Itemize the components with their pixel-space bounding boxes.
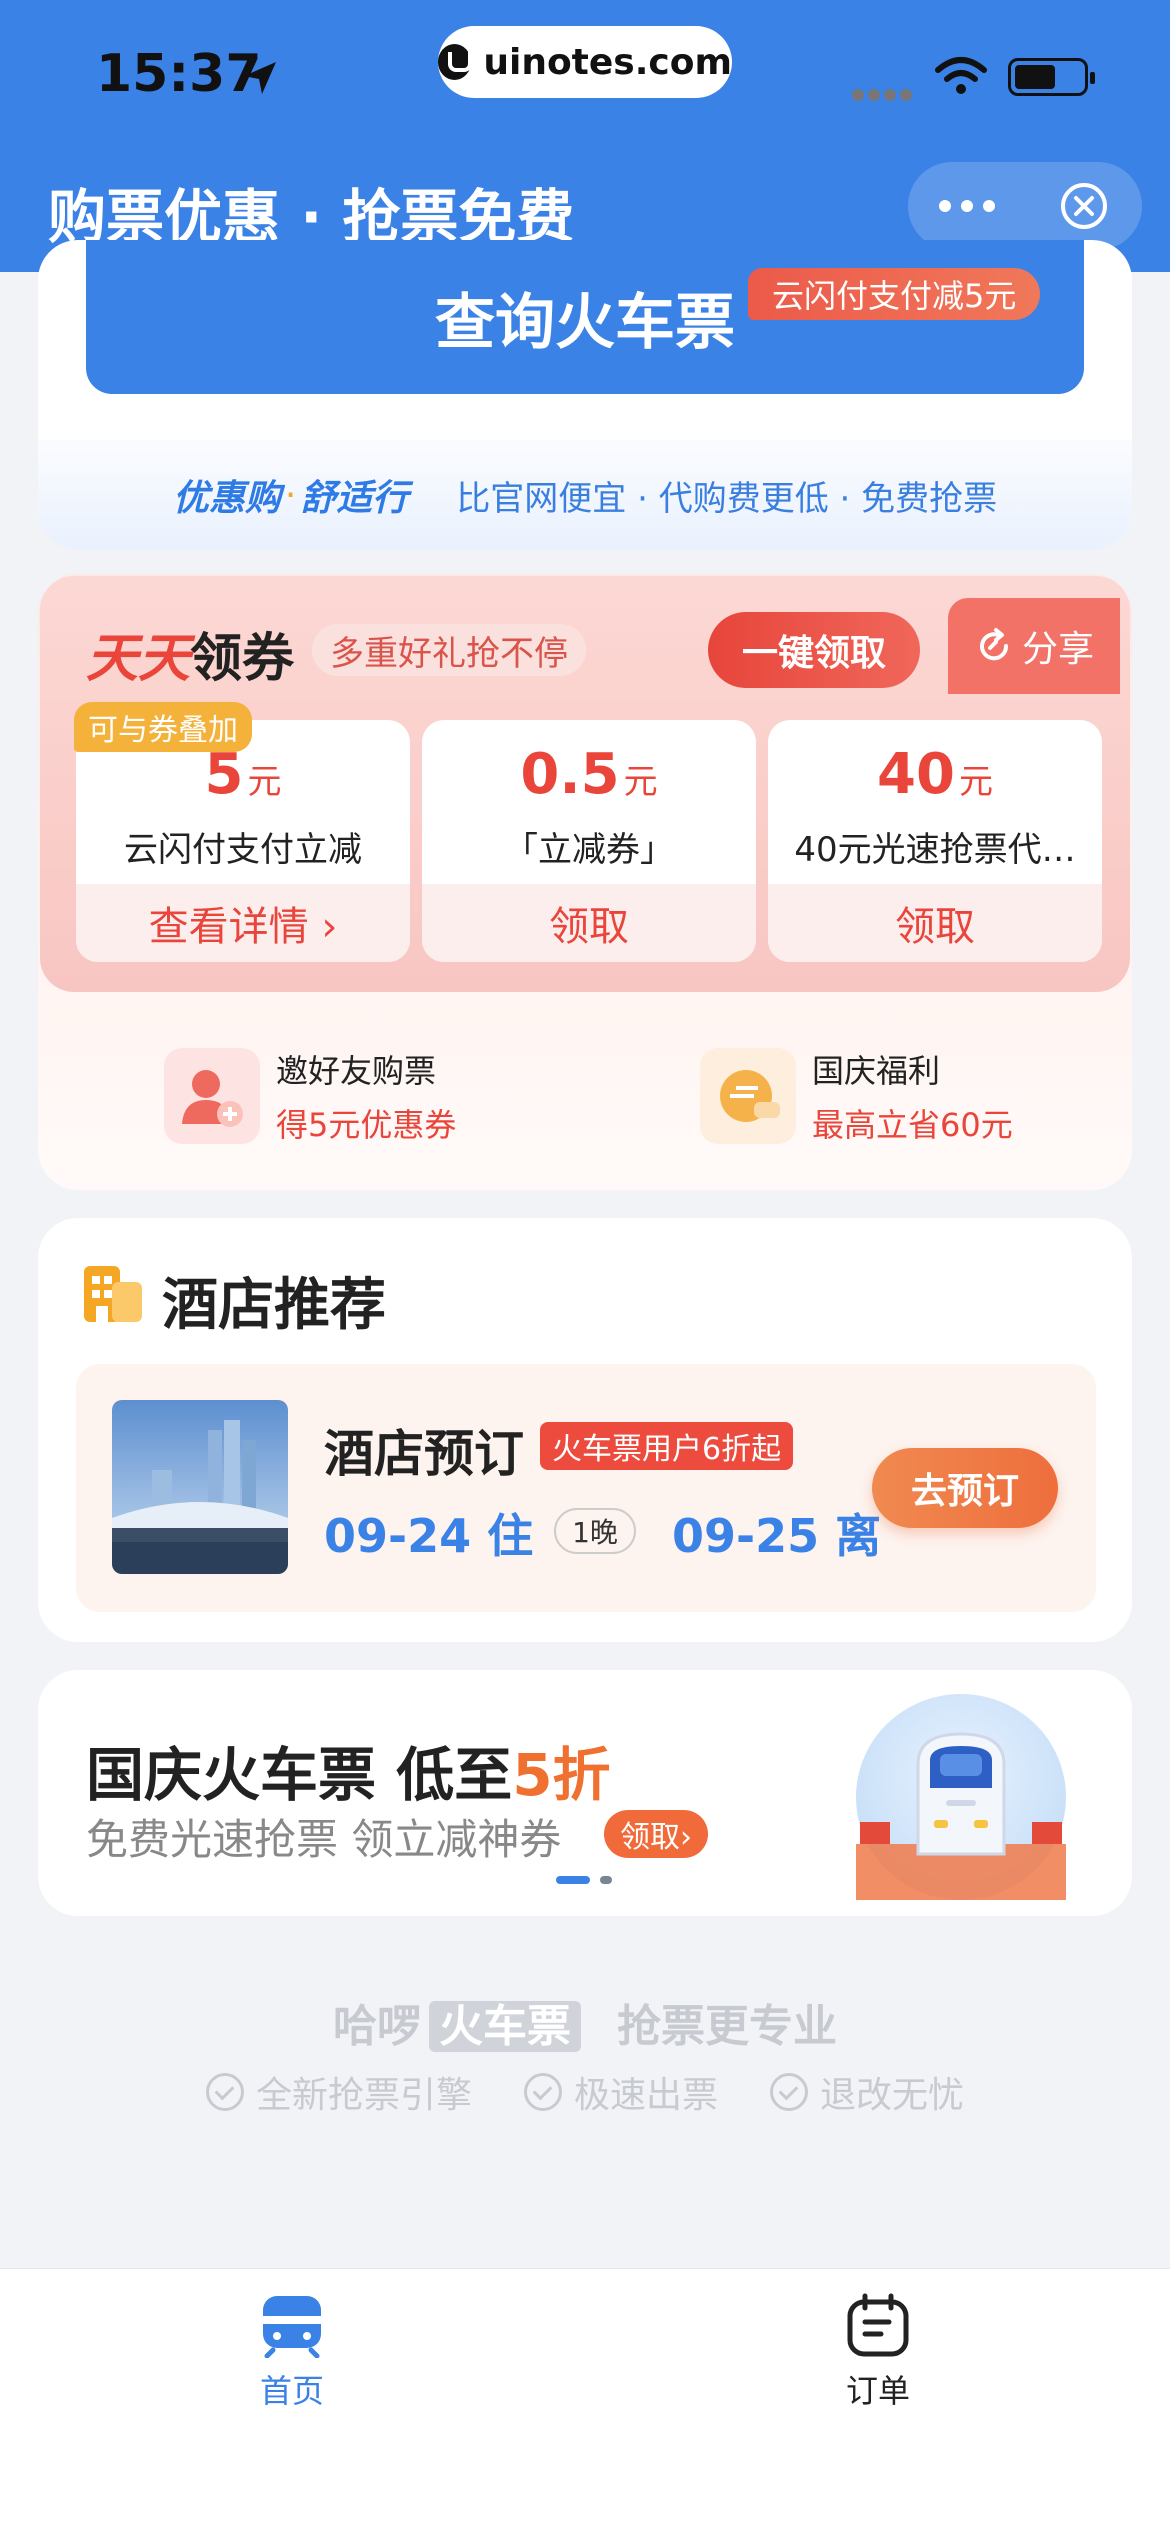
query-promo-tag: 云闪付支付减5元 — [748, 268, 1041, 320]
slogan-b: 舒适行 — [300, 478, 409, 519]
battery-icon — [1008, 58, 1095, 96]
check-circle-icon — [523, 2073, 562, 2111]
claim-all-button[interactable]: 一键领取 — [708, 612, 920, 688]
invite-friend-promo[interactable]: 邀好友购票得5元优惠券 — [164, 1046, 456, 1146]
slogan-strip: 优惠购 · 舒适行 比官网便宜 · 代购费更低 · 免费抢票 — [38, 440, 1132, 550]
promo-title: 邀好友购票 — [276, 1052, 437, 1090]
hotel-photo — [112, 1400, 288, 1574]
book-hotel-button[interactable]: 去预订 — [872, 1448, 1058, 1528]
coupon-claim-button[interactable]: 领取 — [422, 884, 756, 962]
url-text: uinotes.com — [483, 41, 732, 83]
slogan-right: 比官网便宜 · 代购费更低 · 免费抢票 — [456, 478, 998, 519]
nights-badge: 1晚 — [554, 1508, 636, 1554]
coupon-card[interactable]: 0.5 元 「立减券」 领取 — [422, 720, 756, 962]
hotel-section-title: 酒店推荐 — [162, 1273, 386, 1338]
feature-item: 退改无忧 — [770, 2066, 964, 2118]
feature-item: 全新抢票引擎 — [205, 2066, 472, 2118]
mini-program-capsule — [908, 162, 1142, 250]
checkin-date[interactable]: 09-24 住 — [324, 1500, 533, 1566]
close-button[interactable] — [1025, 162, 1142, 250]
orders-icon — [847, 2293, 909, 2357]
location-arrow-icon — [244, 62, 276, 94]
banner-title: 国庆火车票 低至5折 — [86, 1741, 611, 1809]
slogan-dot: · — [284, 474, 297, 516]
stackable-tag: 可与券叠加 — [74, 702, 252, 752]
share-label: 分享 — [1021, 629, 1094, 670]
coupon-amount: 0.5 元 — [520, 742, 658, 807]
promo-sub: 得5元优惠券 — [276, 1106, 457, 1144]
coupon-claim-button[interactable]: 领取 — [768, 884, 1102, 962]
tab-home-label: 首页 — [259, 2372, 324, 2410]
national-day-promo[interactable]: 国庆福利最高立省60元 — [700, 1046, 1013, 1146]
coupon-desc: 云闪付支付立减 — [124, 830, 362, 870]
share-icon — [980, 628, 1008, 661]
signal-icon — [852, 86, 916, 101]
hotel-discount-tag: 火车票用户6折起 — [540, 1422, 794, 1470]
banner-claim-button[interactable]: 领取› — [604, 1810, 708, 1858]
brand-slogan: 哈啰 火车票 抢票更专业 — [333, 2001, 837, 2052]
coupon-section-title: 天天领券 — [86, 629, 295, 689]
coupon-detail-button[interactable]: 查看详情 › — [76, 884, 410, 962]
feature-list: 全新抢票引擎 极速出票 退改无忧 — [0, 2066, 1170, 2118]
checkout-date[interactable]: 09-25 离 — [672, 1500, 881, 1566]
tab-home[interactable]: 首页 — [192, 2292, 392, 2412]
coupon-card[interactable]: 5元 云闪付支付立减 查看详情 › — [76, 720, 410, 962]
close-circle-icon — [1060, 183, 1107, 229]
banner-subtitle: 免费光速抢票 领立减神券 — [86, 1815, 562, 1864]
coupon-desc: 「立减券」 — [504, 830, 674, 870]
more-dots-icon — [938, 200, 951, 212]
status-time: 15:37 — [96, 44, 262, 104]
tab-orders[interactable]: 订单 — [778, 2292, 978, 2412]
feature-item: 极速出票 — [523, 2066, 718, 2118]
check-circle-icon — [205, 2073, 244, 2111]
coupon-amount: 40 元 — [877, 742, 993, 807]
promo-sub: 最高立省60元 — [812, 1106, 1013, 1144]
check-circle-icon — [770, 2073, 808, 2111]
tab-orders-label: 订单 — [845, 2372, 910, 2410]
share-button[interactable]: 分享 — [948, 598, 1120, 694]
promo-title: 国庆福利 — [812, 1052, 941, 1090]
invite-friend-icon — [164, 1048, 260, 1144]
coupon-card[interactable]: 40 元 40元光速抢票代… 领取 — [768, 720, 1102, 962]
hotel-building-icon — [84, 1266, 142, 1322]
more-button[interactable] — [908, 162, 1025, 250]
national-day-icon — [700, 1048, 796, 1144]
wifi-icon — [935, 57, 987, 94]
slogan-a: 优惠购 — [172, 478, 281, 519]
train-illustration — [856, 1694, 1066, 1900]
site-logo-icon — [438, 44, 473, 80]
tab-bar — [0, 2268, 1170, 2532]
train-home-icon — [263, 2296, 321, 2358]
hotel-booking-title: 酒店预订 — [324, 1425, 524, 1483]
coupon-desc: 40元光速抢票代… — [794, 830, 1076, 870]
coupon-subtitle: 多重好礼抢不停 — [312, 624, 586, 676]
url-pill[interactable]: uinotes.com — [438, 26, 732, 98]
